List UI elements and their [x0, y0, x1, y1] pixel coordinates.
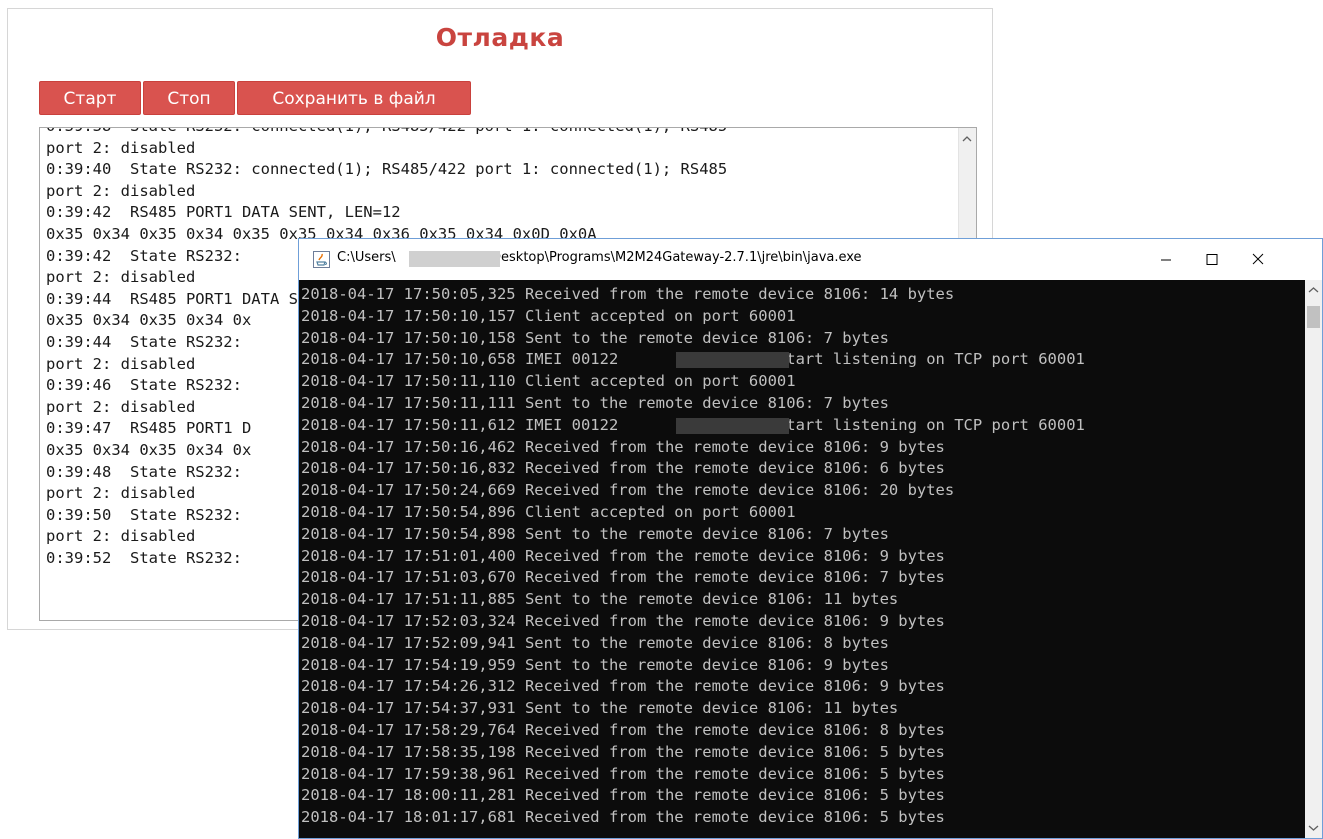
console-line: 2018-04-17 17:50:10,158 Sent to the remo… [301, 328, 889, 347]
console-line: 2018-04-17 17:50:11,111 Sent to the remo… [301, 393, 889, 412]
redacted-imei [676, 417, 789, 434]
console-window: C:\Users\ \Desktop\Programs\M2M24Gateway-… [298, 238, 1323, 839]
console-line: 2018-04-17 17:52:09,941 Sent to the remo… [301, 633, 889, 652]
close-icon[interactable] [1235, 239, 1281, 280]
console-line: 2018-04-17 17:50:24,669 Received from th… [301, 481, 955, 500]
console-line: 2018-04-17 17:50:11,110 Client accepted … [301, 372, 796, 391]
redacted-username [409, 251, 500, 267]
console-line: 2018-04-17 17:51:11,885 Sent to the remo… [301, 590, 899, 609]
java-icon [313, 251, 330, 268]
title-path-end: \Desktop\Programs\M2M24Gateway-2.7.1\jre… [486, 250, 862, 265]
console-line: 2018-04-17 17:50:16,832 Received from th… [301, 459, 945, 478]
console-line: 2018-04-17 17:50:16,462 Received from th… [301, 437, 945, 456]
console-line: 2018-04-17 18:01:17,681 Received from th… [301, 808, 945, 827]
console-line: 2018-04-17 17:51:01,400 Received from th… [301, 546, 945, 565]
scroll-up-icon[interactable] [1308, 286, 1319, 294]
minimize-icon[interactable] [1143, 239, 1189, 280]
console-line: 2018-04-17 18:00:11,281 Received from th… [301, 786, 945, 805]
console-line: 2018-04-17 17:54:19,959 Sent to the remo… [301, 655, 889, 674]
console-output: 2018-04-17 17:50:05,325 Received from th… [299, 280, 1305, 838]
stop-button[interactable]: Стоп [143, 81, 235, 115]
debug-title: Отладка [435, 23, 565, 52]
console-line: 2018-04-17 17:58:29,764 Received from th… [301, 720, 945, 739]
console-line: 2018-04-17 17:50:10,157 Client accepted … [301, 306, 796, 325]
title-path-start: C:\Users\ [337, 250, 396, 265]
console-line: 2018-04-17 17:54:26,312 Received from th… [301, 677, 945, 696]
console-lines: 2018-04-17 17:50:05,325 Received from th… [301, 284, 1085, 829]
console-line: 2018-04-17 17:50:05,325 Received from th… [301, 285, 955, 303]
console-line: 2018-04-17 17:50:10,658 IMEI 00122 , sta… [301, 350, 1085, 369]
console-titlebar[interactable]: C:\Users\ \Desktop\Programs\M2M24Gateway-… [299, 239, 1322, 280]
console-line: 2018-04-17 17:50:54,898 Sent to the remo… [301, 524, 889, 543]
console-line: 2018-04-17 17:50:54,896 Client accepted … [301, 502, 796, 521]
scroll-up-icon[interactable] [962, 134, 972, 144]
console-line: 2018-04-17 17:50:11,612 IMEI 00122 , sta… [301, 415, 1085, 434]
console-line: 2018-04-17 17:52:03,324 Received from th… [301, 611, 945, 630]
scrollbar-thumb[interactable] [1307, 306, 1320, 328]
save-to-file-button[interactable]: Сохранить в файл [237, 81, 471, 115]
console-line: 2018-04-17 17:54:37,931 Sent to the remo… [301, 699, 899, 718]
console-line: 2018-04-17 17:51:03,670 Received from th… [301, 568, 945, 587]
console-line: 2018-04-17 17:58:35,198 Received from th… [301, 742, 945, 761]
start-button[interactable]: Старт [39, 81, 141, 115]
scroll-down-icon[interactable] [1308, 824, 1319, 832]
console-line: 2018-04-17 17:59:38,961 Received from th… [301, 764, 945, 783]
console-scrollbar[interactable] [1305, 280, 1322, 838]
redacted-imei [676, 352, 789, 369]
maximize-icon[interactable] [1189, 239, 1235, 280]
